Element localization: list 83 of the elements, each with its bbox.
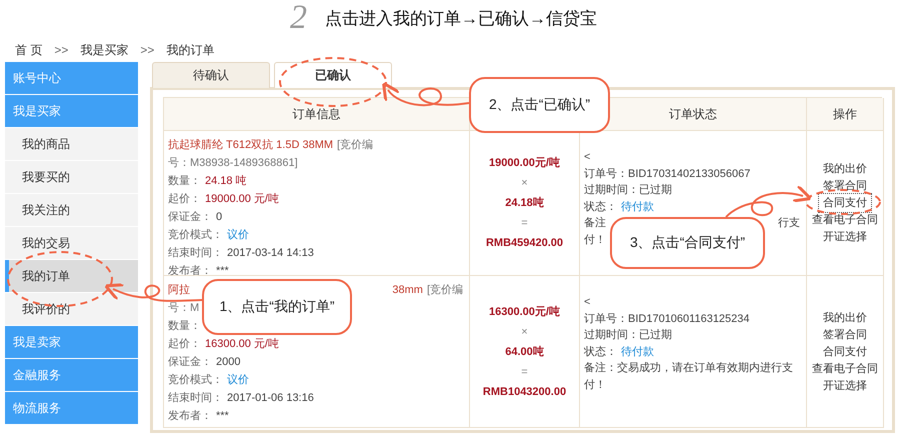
breadcrumb-item[interactable]: 我是买家: [80, 42, 128, 58]
text-line: 过期时间：已过期: [584, 183, 672, 198]
text-line: <: [584, 150, 590, 165]
sidebar-item[interactable]: 我的商品: [5, 128, 138, 160]
callout: 1、点击“我的订单”: [202, 279, 352, 335]
action-link[interactable]: 查看电子合同: [809, 212, 881, 228]
field-label: 发布者：: [168, 409, 212, 424]
text-line: 阿拉: [168, 283, 190, 298]
multiply-sign: ×: [521, 176, 528, 191]
text-line: 号：M38938-1489368861]: [168, 156, 298, 171]
text-line: 状态：: [584, 200, 617, 214]
field-value: 2017-01-06 13:16: [227, 391, 314, 406]
field-value: 19000.00 元/吨: [205, 192, 279, 207]
action-link[interactable]: 我的出价: [820, 310, 870, 326]
field-value: 16300.00 元/吨: [205, 337, 279, 352]
breadcrumb-separator: >>: [54, 43, 68, 57]
column-header: 操作: [807, 98, 884, 131]
action-link[interactable]: 合同支付: [820, 195, 870, 211]
sidebar-item[interactable]: 我的交易: [5, 227, 138, 259]
quantity: 24.18吨: [505, 196, 544, 211]
field-label: 数量：: [168, 174, 201, 189]
field-value: ***: [216, 409, 229, 424]
text-line: [竞价编: [426, 282, 463, 298]
text-line: 付！: [584, 232, 606, 248]
text-line: 号：M: [168, 301, 200, 316]
breadcrumb-item: 我的订单: [166, 42, 214, 58]
text-line: <: [584, 295, 590, 310]
field-label: 结束时间：: [168, 391, 223, 406]
breadcrumb-item[interactable]: 首 页: [15, 42, 42, 58]
field-label: 起价：: [168, 192, 201, 207]
field-value: 2017-03-14 14:13: [227, 246, 314, 261]
field-value[interactable]: 议价: [227, 371, 249, 389]
action-link[interactable]: 开证选择: [820, 378, 870, 394]
sidebar-item[interactable]: 我关注的: [5, 194, 138, 226]
text-line: 38mm: [392, 283, 423, 298]
field-value: 24.18 吨: [205, 174, 247, 189]
action-link[interactable]: 查看电子合同: [809, 360, 881, 376]
text-line: [竞价编: [337, 138, 374, 153]
field-label: 保证金：: [168, 210, 212, 225]
callout: 3、点击“合同支付”: [610, 217, 765, 269]
tab[interactable]: 已确认: [274, 62, 392, 88]
column-header: 订单信息: [164, 98, 470, 131]
text-line: 备注: [584, 216, 606, 231]
equals-sign: =: [521, 364, 528, 380]
field-label: 保证金：: [168, 355, 212, 370]
field-value: ***: [216, 264, 229, 275]
field-label: 竞价模式：: [168, 228, 223, 243]
text-line: 状态：: [584, 344, 617, 360]
field-label: 发布者：: [168, 264, 212, 275]
action-link[interactable]: 我的出价: [820, 161, 870, 177]
text-line: 行支: [778, 216, 800, 231]
text-line: 过期时间：已过期: [584, 328, 672, 343]
text-line: 订单号：BID17031402133056067: [584, 166, 750, 182]
field-value: 0: [216, 210, 222, 225]
field-label: 竞价模式：: [168, 372, 223, 388]
action-link[interactable]: 签署合同: [820, 326, 870, 342]
field-label: 数量：: [168, 319, 201, 334]
text-line[interactable]: 待付款: [621, 344, 654, 360]
text-line: 订单号：BID17010601163125234: [584, 312, 750, 326]
text-line: 备注：交易成功，请在订单有效期内进行支付！: [584, 360, 794, 392]
field-label: 起价：: [168, 337, 201, 352]
multiply-sign: ×: [521, 324, 528, 340]
field-label: 结束时间：: [168, 246, 223, 261]
equals-sign: =: [521, 216, 528, 231]
sidebar-item[interactable]: 我的订单: [5, 260, 138, 292]
field-value[interactable]: 议价: [227, 226, 249, 244]
callout: 2、点击“已确认”: [469, 77, 610, 133]
action-link[interactable]: 开证选择: [820, 229, 870, 245]
unit-price: 16300.00元/吨: [489, 304, 560, 320]
field-value: 2000: [216, 355, 240, 370]
unit-price: 19000.00元/吨: [489, 156, 560, 171]
action-link[interactable]: 合同支付: [820, 344, 870, 360]
tutorial-heading: 点击进入我的订单→已确认→信贷宝: [325, 8, 597, 30]
total-price: RMB1043200.00: [482, 384, 566, 400]
quantity: 64.00吨: [505, 344, 544, 360]
total-price: RMB459420.00: [486, 236, 564, 251]
text-line: 抗起球腈纶 T612双抗 1.5D 38MM: [168, 138, 334, 153]
step-number: 2: [290, 0, 307, 36]
breadcrumb-separator: >>: [140, 43, 154, 57]
tab[interactable]: 待确认: [152, 62, 270, 88]
action-link[interactable]: 签署合同: [820, 178, 870, 194]
text-line[interactable]: 待付款: [621, 198, 654, 215]
sidebar-item[interactable]: 我要买的: [5, 161, 138, 193]
